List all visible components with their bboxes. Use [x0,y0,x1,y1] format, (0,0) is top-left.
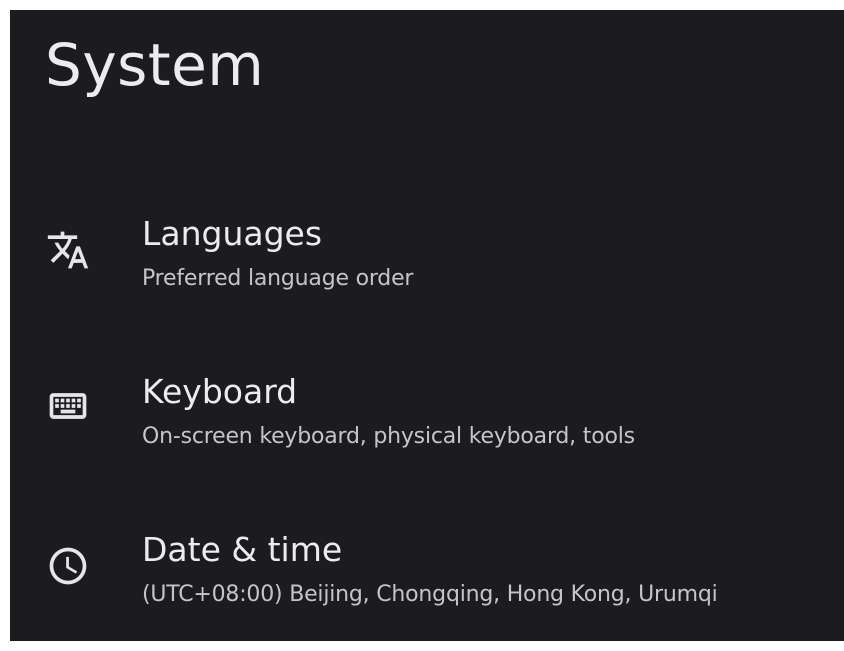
settings-item-keyboard[interactable]: Keyboard On-screen keyboard, physical ke… [10,348,844,468]
settings-item-title: Languages [142,214,323,253]
translate-icon [46,228,90,272]
settings-item-title: Date & time [142,530,343,569]
settings-item-subtitle: (UTC+08:00) Beijing, Chongqing, Hong Kon… [142,582,718,607]
settings-item-title: Keyboard [142,372,298,411]
settings-screen: System Languages Preferred language orde… [10,10,844,641]
settings-item-date-time[interactable]: Date & time (UTC+08:00) Beijing, Chongqi… [10,506,844,626]
page-title: System [45,31,265,99]
keyboard-icon [46,384,90,428]
settings-item-subtitle: On-screen keyboard, physical keyboard, t… [142,424,635,449]
settings-item-languages[interactable]: Languages Preferred language order [10,190,844,310]
settings-item-subtitle: Preferred language order [142,266,414,291]
clock-icon [46,544,90,588]
